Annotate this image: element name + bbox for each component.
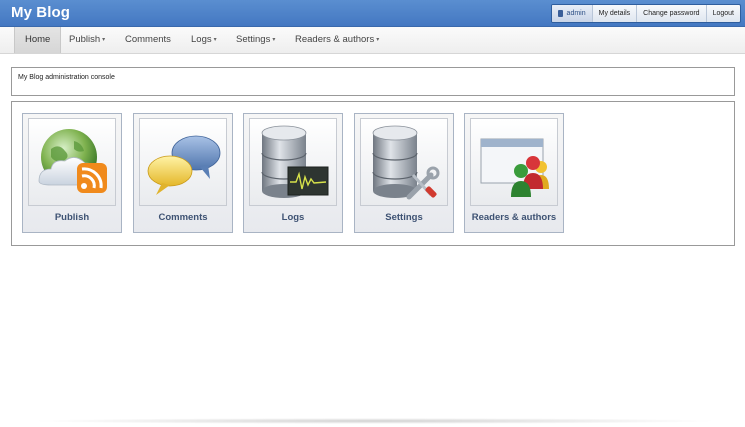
nav-publish-label: Publish: [69, 34, 101, 45]
chevron-down-icon: ▾: [102, 37, 106, 43]
nav-logs-label: Logs: [191, 34, 212, 45]
chevron-down-icon: ▾: [272, 37, 276, 43]
nav-settings-label: Settings: [236, 34, 271, 45]
main-nav: Home Publish ▾ Comments Logs ▾ Settings ▾ R…: [0, 27, 745, 54]
user-account-button[interactable]: admin: [551, 5, 592, 22]
nav-comments[interactable]: Comments: [125, 27, 171, 53]
tile-readers-authors-label: Readers & authors: [471, 212, 557, 223]
icon-frame: [249, 118, 337, 206]
nav-comments-label: Comments: [125, 34, 171, 45]
console-description-box: My Blog administration console: [11, 67, 735, 96]
tile-logs-label: Logs: [281, 212, 305, 223]
chevron-down-icon: ▾: [213, 37, 217, 43]
page-bottom-shadow: [30, 418, 720, 424]
icon-frame: [470, 118, 558, 206]
nav-home-label: Home: [25, 34, 51, 45]
globe-rss-icon: [38, 129, 107, 193]
tile-settings-label: Settings: [385, 212, 423, 223]
change-password-link[interactable]: Change password: [636, 5, 705, 22]
nav-readers-authors-label: Readers & authors: [295, 34, 375, 45]
chevron-down-icon: ▾: [376, 37, 380, 43]
tile-settings[interactable]: Settings: [354, 113, 454, 233]
tile-comments-label: Comments: [158, 212, 208, 223]
logout-link[interactable]: Logout: [705, 5, 740, 22]
nav-settings[interactable]: Settings ▾: [236, 27, 275, 53]
icon-frame: [360, 118, 448, 206]
my-details-link[interactable]: My details: [591, 5, 637, 22]
user-icon: [557, 10, 563, 17]
nav-home[interactable]: Home: [14, 27, 62, 53]
username-label: admin: [566, 10, 586, 17]
dashboard-tiles-panel: Publish Comments Logs Settings Readers &…: [11, 101, 735, 246]
nav-readers-authors[interactable]: Readers & authors ▾: [295, 27, 379, 53]
icon-frame: [28, 118, 116, 206]
icon-frame: [139, 118, 227, 206]
database-log-icon: [261, 125, 329, 198]
tile-comments[interactable]: Comments: [133, 113, 233, 233]
header-bar: My Blog admin My details Change password…: [0, 0, 745, 27]
database-tools-icon: [372, 125, 440, 200]
tile-publish[interactable]: Publish: [22, 113, 122, 233]
tile-publish-label: Publish: [54, 212, 90, 223]
site-title[interactable]: My Blog: [11, 4, 70, 21]
console-description: My Blog administration console: [18, 74, 115, 81]
users-window-icon: [480, 138, 549, 197]
nav-logs[interactable]: Logs ▾: [191, 27, 217, 53]
user-menu: admin My details Change password Logout: [550, 4, 741, 23]
tile-readers-authors[interactable]: Readers & authors: [464, 113, 564, 233]
tile-logs[interactable]: Logs: [243, 113, 343, 233]
speech-bubbles-icon: [147, 135, 221, 195]
nav-publish[interactable]: Publish ▾: [69, 27, 105, 53]
